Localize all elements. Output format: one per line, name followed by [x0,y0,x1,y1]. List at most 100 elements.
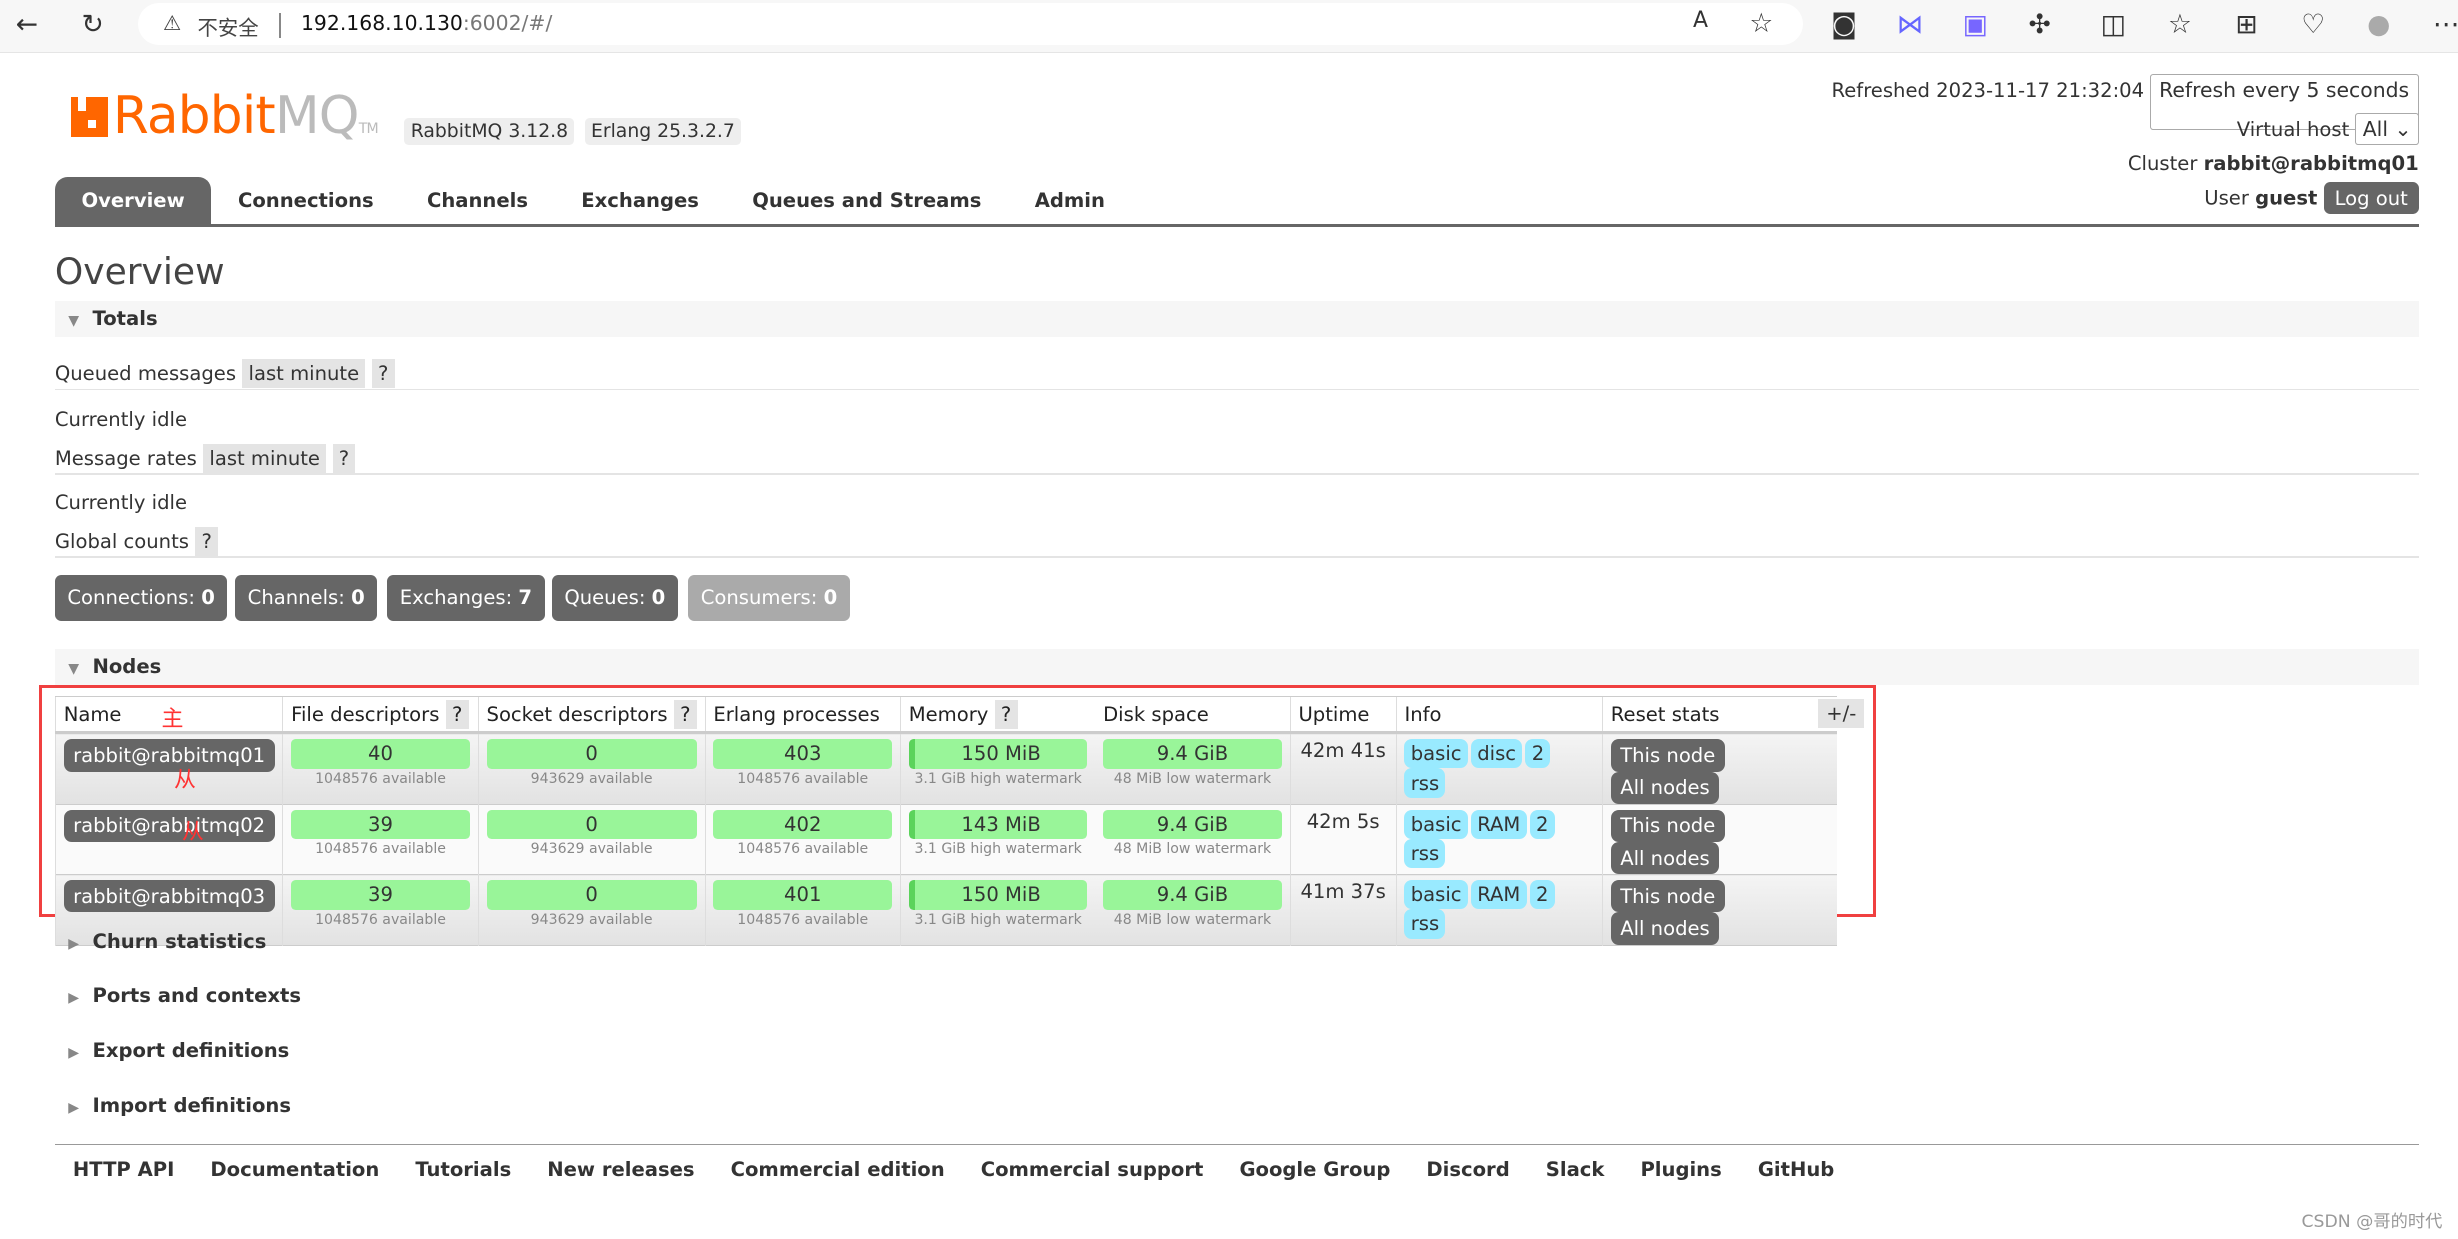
rabbitmq-logo[interactable]: RabbitMQTM [70,87,379,157]
mem-bar: 143 MiB [908,809,1088,840]
info-badge[interactable]: RAM [1470,880,1527,910]
page-title: Overview [54,250,225,293]
url-text[interactable]: 192.168.10.130:6002/#/ [301,11,552,35]
info-badge[interactable]: basic [1404,739,1468,769]
more-menu-icon[interactable]: ⋯ [2433,9,2458,40]
socket-descriptors-cell: 0 943629 available [477,804,706,875]
section-churn-statistics[interactable]: ▶ Churn statistics [55,930,266,953]
extension-icon[interactable]: ◙ [1831,9,1857,40]
footer-link-commercial-support[interactable]: Commercial support [981,1158,1204,1181]
collections-icon[interactable]: ⊞ [2235,9,2257,40]
info-badge[interactable]: basic [1404,880,1468,910]
tab-exchanges[interactable]: Exchanges [555,177,726,224]
translate-icon[interactable]: ▣ [1963,9,1988,40]
channels-count-button[interactable]: Channels: 0 [235,575,378,621]
column-header-memory: Memory? [899,695,1096,735]
node-name-link[interactable]: rabbit@rabbitmq01 [63,739,275,772]
help-button[interactable]: ? [673,699,697,729]
reset-all-nodes-button[interactable]: All nodes [1610,771,1720,804]
reset-this-node-button[interactable]: This node [1610,739,1725,772]
mem-bar: 150 MiB [908,739,1088,769]
help-button[interactable]: ? [195,526,219,556]
table-row: rabbit@rabbitmq01 40 1048576 available 09… [54,732,1837,805]
virtual-host-select[interactable]: All ⌄ [2355,112,2419,146]
help-button[interactable]: ? [994,699,1018,729]
exchanges-count-button[interactable]: Exchanges: 7 [387,575,545,621]
help-button[interactable]: ? [332,443,356,473]
browser-toolbar: ← ↻ ⚠ 不安全 192.168.10.130:6002/#/ A ☆ ◙ ⋈… [0,0,2458,53]
consumers-count-button[interactable]: Consumers: 0 [688,575,850,621]
info-badge[interactable]: disc [1470,739,1523,769]
info-badge[interactable]: RAM [1470,809,1527,839]
queued-messages-label: Queued messages [54,362,237,386]
reset-all-nodes-button[interactable]: All nodes [1610,912,1720,945]
file-descriptors-cell: 39 1048576 available [282,874,479,946]
footer-link-google-group[interactable]: Google Group [1239,1158,1390,1181]
info-badge[interactable]: basic [1404,809,1468,839]
tab-admin[interactable]: Admin [1008,177,1132,224]
footer-link-commercial-edition[interactable]: Commercial edition [731,1158,945,1181]
info-badge[interactable]: rss [1404,909,1446,939]
erlang-processes-cell: 401 1048576 available [704,874,901,946]
column-header-socket-descriptors: Socket descriptors? [477,695,706,735]
column-toggle-button[interactable]: +/- [1818,699,1865,729]
footer-link-http-api[interactable]: HTTP API [73,1158,175,1181]
read-aloud-icon[interactable]: A [1693,8,1708,33]
extension-icon[interactable]: ⋈ [1897,9,1924,40]
info-badge[interactable]: rss [1404,768,1446,798]
expand-triangle-icon: ▶ [68,1045,80,1062]
profile-avatar-icon[interactable]: ● [2367,9,2390,40]
disk-subtext: 48 MiB low watermark [1113,911,1272,928]
info-badge[interactable]: 2 [1529,809,1555,839]
footer-links: HTTP API Documentation Tutorials New rel… [54,1144,2419,1181]
totals-section-header[interactable]: ▼ Totals [54,300,2419,338]
help-button[interactable]: ? [445,699,469,729]
section-export-definitions[interactable]: ▶ Export definitions [55,1039,289,1062]
nodes-section-header[interactable]: ▼ Nodes [54,648,2419,686]
info-badge[interactable]: 2 [1525,739,1551,769]
footer-link-github[interactable]: GitHub [1758,1158,1834,1181]
extensions-puzzle-icon[interactable]: ✣ [2028,9,2050,40]
info-badge[interactable]: rss [1404,838,1446,869]
favorites-icon[interactable]: ☆ [2168,9,2192,40]
reload-icon[interactable]: ↻ [82,9,104,40]
info-badge[interactable]: 2 [1529,880,1555,910]
favorite-star-icon[interactable]: ☆ [1749,8,1773,39]
node-name-link[interactable]: rabbit@rabbitmq02 [63,809,275,842]
section-ports-and-contexts[interactable]: ▶ Ports and contexts [55,984,301,1007]
tab-connections[interactable]: Connections [211,177,400,224]
footer-link-new-releases[interactable]: New releases [547,1158,694,1181]
help-button[interactable]: ? [371,358,395,389]
reset-this-node-button[interactable]: This node [1610,809,1725,842]
footer-link-tutorials[interactable]: Tutorials [415,1158,511,1181]
disk-bar: 9.4 GiB [1103,880,1282,910]
time-range-select[interactable]: last minute [242,358,366,389]
footer-link-plugins[interactable]: Plugins [1640,1158,1721,1181]
address-bar[interactable]: ⚠ 不安全 192.168.10.130:6002/#/ A ☆ [137,3,1803,46]
split-screen-icon[interactable]: ◫ [2101,9,2126,40]
connections-count-button[interactable]: Connections: 0 [54,575,228,621]
tab-queues-and-streams[interactable]: Queues and Streams [726,177,1008,224]
time-range-select[interactable]: last minute [203,443,327,473]
ep-subtext: 1048576 available [737,770,869,787]
reset-this-node-button[interactable]: This node [1610,880,1725,913]
global-counts-label: Global counts [54,529,189,553]
info-cell: basic RAM 2 rss [1395,874,1603,946]
tab-channels[interactable]: Channels [400,177,554,224]
section-import-definitions[interactable]: ▶ Import definitions [55,1094,291,1117]
footer-link-documentation[interactable]: Documentation [210,1158,379,1181]
disk-subtext: 48 MiB low watermark [1113,770,1272,787]
footer-link-slack[interactable]: Slack [1546,1158,1605,1181]
queues-count-button[interactable]: Queues: 0 [551,575,678,621]
footer-link-discord[interactable]: Discord [1426,1158,1509,1181]
tab-overview[interactable]: Overview [54,177,212,225]
annotation-slave: 从 [174,768,196,794]
reset-all-nodes-button[interactable]: All nodes [1610,841,1720,875]
collapse-triangle-icon: ▼ [68,660,80,677]
collapse-triangle-icon: ▼ [68,312,80,329]
expand-triangle-icon: ▶ [68,935,80,952]
ep-bar: 401 [713,880,893,910]
health-icon[interactable]: ♡ [2301,9,2325,40]
node-name-link[interactable]: rabbit@rabbitmq03 [63,880,275,913]
back-icon[interactable]: ← [16,9,38,40]
